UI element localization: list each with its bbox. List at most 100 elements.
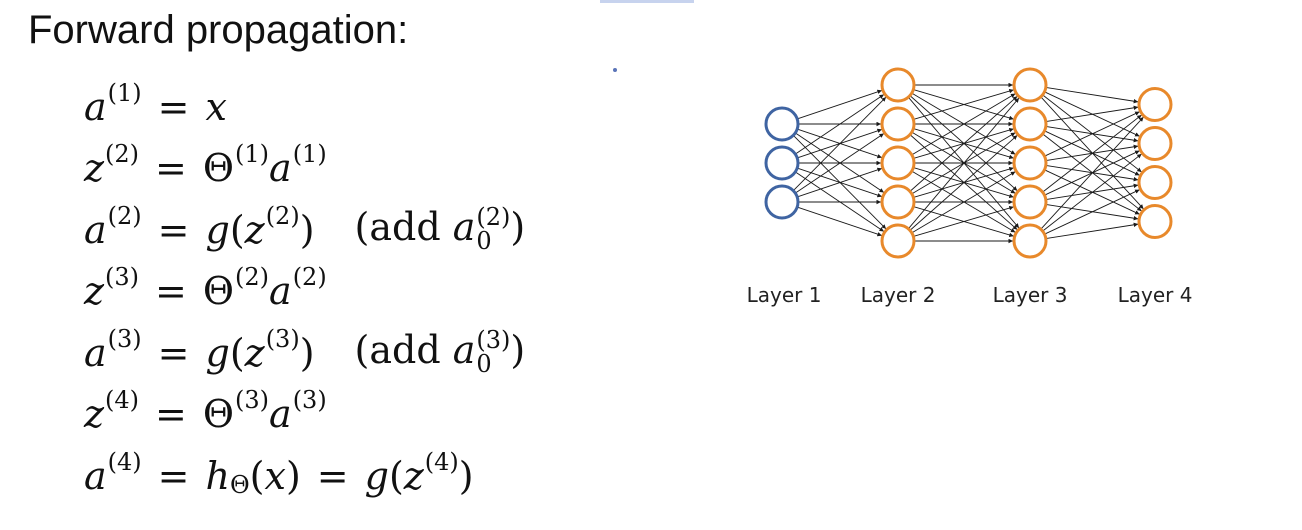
equals-sign: = [157, 84, 190, 129]
equation-term: Θ [202, 146, 235, 191]
equation-lhs-variable: a [84, 207, 107, 252]
network-edge [1042, 94, 1142, 173]
network-edge [797, 167, 883, 198]
equation-note: (add a (2) 0) [355, 205, 526, 255]
network-edge [913, 89, 1014, 121]
network-edge [797, 128, 883, 159]
equation-term: (1) [292, 140, 327, 169]
network-unit [764, 106, 800, 142]
equation-term: g [364, 453, 389, 498]
network-edge [1040, 116, 1144, 230]
equation-term: x [205, 84, 227, 129]
layer-label: Layer 4 [1118, 283, 1193, 307]
network-edge [911, 131, 1016, 194]
equals-sign: = [157, 330, 190, 375]
network-edge [1045, 105, 1139, 122]
network-edge [795, 171, 885, 232]
network-edge [1045, 126, 1139, 143]
equation-term: ( [388, 453, 404, 498]
network-edge [797, 167, 883, 198]
network-edge [1044, 150, 1140, 196]
equation-lhs-variable: a [84, 84, 107, 129]
equation-term: a [269, 269, 292, 314]
equation-term: (3) [235, 386, 270, 415]
equation-term: (3) [292, 386, 327, 415]
network-unit [1137, 87, 1173, 122]
equation-row: z (4) = Θ (3) a (3) [84, 384, 525, 446]
network-edge [1044, 189, 1140, 235]
network-edge [1042, 133, 1142, 212]
top-bar-accent [600, 0, 694, 3]
equals-sign: = [155, 146, 187, 191]
network-edge [913, 128, 1014, 160]
note-superscript: (2) [476, 202, 511, 231]
network-edge [1042, 114, 1142, 193]
stray-dot [613, 68, 617, 72]
network-edge [797, 89, 883, 120]
network-edges [792, 82, 1144, 244]
equals-sign: = [157, 207, 190, 252]
network-edge [909, 134, 1018, 231]
equation-row: a (3) = g(z (3)) (add a (3) 0) [84, 322, 525, 384]
equation-note: (add a (3) 0) [355, 328, 526, 378]
network-edge [1044, 130, 1140, 176]
network-edge [792, 135, 887, 230]
layer-label: Layer 1 [747, 283, 822, 307]
equation-term: Θ [202, 269, 235, 314]
network-edge [1045, 165, 1139, 182]
equation-lhs-superscript: (2) [105, 140, 140, 169]
equals-sign: = [155, 269, 187, 314]
network-edge [1044, 169, 1140, 215]
network-unit [1012, 184, 1048, 220]
equation-term: ( [229, 207, 245, 252]
equation-row: a (4) = h Θ(x) = g(z (4)) [84, 445, 525, 507]
layer-label: Layer 2 [861, 283, 936, 307]
equation-lhs-superscript: (3) [107, 324, 142, 353]
equation-term: ) [458, 453, 474, 498]
equation-row: z (3) = Θ (2) a (2) [84, 261, 525, 323]
equation-term: Θ [202, 392, 235, 437]
equation-term: g [205, 330, 230, 375]
network-edge [1044, 91, 1140, 137]
equation-term: h [205, 453, 230, 498]
network-edge [797, 206, 883, 237]
network-unit [1137, 126, 1173, 161]
network-edge [913, 205, 1014, 237]
network-edge [913, 166, 1014, 198]
note-subscript: 0 [476, 349, 492, 378]
equation-term: Θ [229, 470, 250, 499]
equation-lhs-superscript: (3) [105, 263, 140, 292]
network-edge [797, 128, 883, 159]
equation-lhs-variable: z [84, 269, 105, 314]
equation-lhs-variable: z [84, 146, 105, 191]
network-edge [913, 206, 1014, 238]
note-close: ) [510, 328, 526, 372]
equals-sign: = [157, 453, 190, 498]
note-text: (add [354, 205, 453, 249]
equation-term: ) [285, 453, 301, 498]
equals-sign: = [155, 392, 187, 437]
equation-lhs-variable: a [84, 330, 107, 375]
layer-label: Layer 3 [993, 283, 1068, 307]
equation-term: (1) [235, 140, 270, 169]
equation-term: (2) [235, 263, 270, 292]
network-unit [1012, 145, 1048, 181]
network-unit [1012, 106, 1048, 142]
network-edge [911, 170, 1016, 233]
network-unit [1012, 67, 1048, 103]
network-edge [911, 93, 1016, 156]
equation-term: ) [299, 207, 315, 252]
note-subscript: 0 [476, 226, 492, 255]
equation-term: a [269, 392, 292, 437]
network-unit [764, 184, 800, 220]
network-edge [911, 132, 1016, 195]
network-edge [795, 94, 885, 155]
network-edge [792, 96, 887, 191]
equation-term: (2) [292, 263, 327, 292]
network-edge [1040, 96, 1144, 210]
network-edge [795, 133, 885, 194]
note-text: (add [354, 328, 453, 372]
note-variable: a [452, 205, 476, 249]
network-edge [907, 96, 1020, 229]
network-unit [764, 145, 800, 181]
